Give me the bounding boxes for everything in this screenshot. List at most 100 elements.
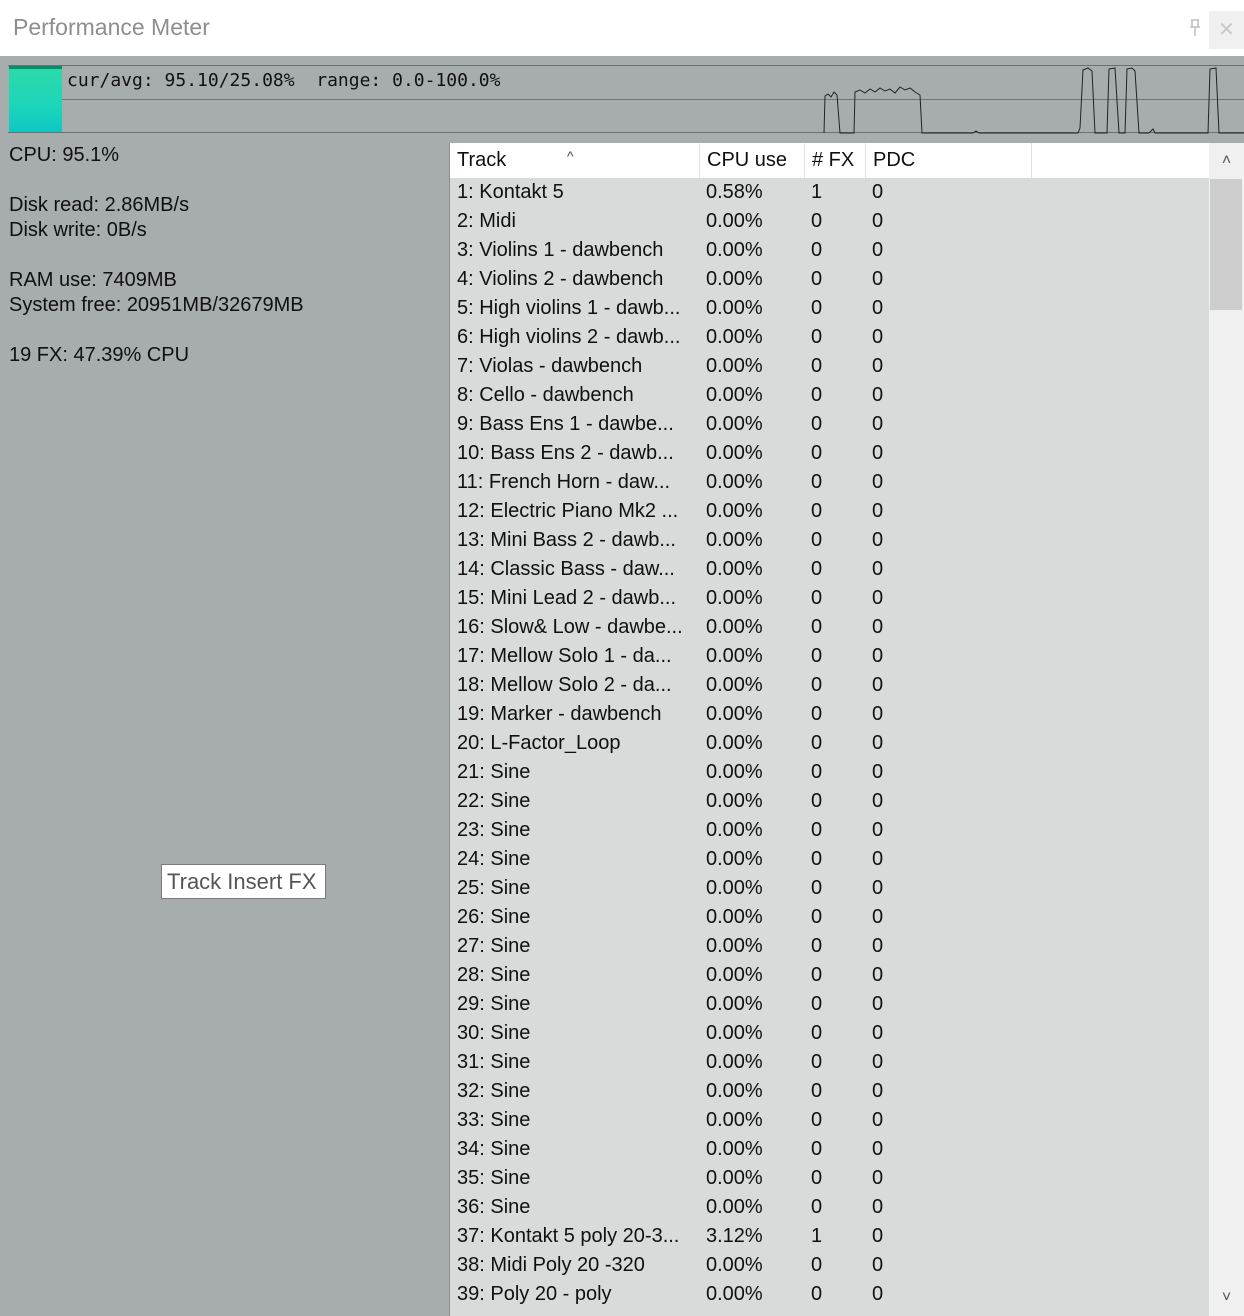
table-row[interactable]: 12: Electric Piano Mk2 ... 0.00% 0 0 — [450, 497, 1210, 526]
table-row[interactable]: 22: Sine 0.00% 0 0 — [450, 787, 1210, 816]
table-row[interactable]: 1: Kontakt 5 0.58% 1 0 — [450, 178, 1210, 207]
table-row[interactable]: 15: Mini Lead 2 - dawb... 0.00% 0 0 — [450, 584, 1210, 613]
pdc-cell: 0 — [872, 935, 884, 957]
cpu-use-cell: 0.00% — [706, 732, 763, 754]
scroll-down-icon[interactable]: ˅ — [1209, 1280, 1244, 1316]
table-row[interactable]: 30: Sine 0.00% 0 0 — [450, 1019, 1210, 1048]
fx-count-cell: 0 — [811, 935, 823, 957]
track-name-cell: 28: Sine — [457, 964, 531, 986]
table-row[interactable]: 3: Violins 1 - dawbench 0.00% 0 0 — [450, 236, 1210, 265]
vertical-scrollbar[interactable]: ˄ ˅ — [1209, 143, 1244, 1316]
table-row[interactable]: 33: Sine 0.00% 0 0 — [450, 1106, 1210, 1135]
track-name-cell: 35: Sine — [457, 1167, 531, 1189]
table-row[interactable]: 6: High violins 2 - dawb... 0.00% 0 0 — [450, 323, 1210, 352]
fx-count-cell: 1 — [811, 181, 823, 203]
scrollbar-thumb[interactable] — [1210, 179, 1242, 310]
fx-count-cell: 0 — [811, 1022, 823, 1044]
pdc-cell: 0 — [872, 471, 884, 493]
fx-count-cell: 0 — [811, 877, 823, 899]
cpu-use-cell: 0.00% — [706, 442, 763, 464]
fx-count-cell: 0 — [811, 906, 823, 928]
track-name-cell: 12: Electric Piano Mk2 ... — [457, 500, 679, 522]
table-row[interactable]: 9: Bass Ens 1 - dawbe... 0.00% 0 0 — [450, 410, 1210, 439]
table-row[interactable]: 16: Slow& Low - dawbe... 0.00% 0 0 — [450, 613, 1210, 642]
table-body: 1: Kontakt 5 0.58% 1 0 2: Midi 0.00% 0 0 3: Viol… — [450, 178, 1210, 1309]
table-row[interactable]: 35: Sine 0.00% 0 0 — [450, 1164, 1210, 1193]
fx-count-cell: 0 — [811, 500, 823, 522]
table-row[interactable]: 37: Kontakt 5 poly 20-3... 3.12% 1 0 — [450, 1222, 1210, 1251]
column-header-track[interactable]: Track ^ — [450, 143, 700, 178]
table-row[interactable]: 31: Sine 0.00% 0 0 — [450, 1048, 1210, 1077]
table-row[interactable]: 5: High violins 1 - dawb... 0.00% 0 0 — [450, 294, 1210, 323]
pdc-cell: 0 — [872, 181, 884, 203]
pdc-cell: 0 — [872, 326, 884, 348]
cpu-use-cell: 0.00% — [706, 268, 763, 290]
track-name-cell: 30: Sine — [457, 1022, 531, 1044]
table-row[interactable]: 14: Classic Bass - daw... 0.00% 0 0 — [450, 555, 1210, 584]
fx-count-cell: 0 — [811, 645, 823, 667]
fx-count-cell: 0 — [811, 819, 823, 841]
cpu-use-cell: 0.00% — [706, 413, 763, 435]
track-name-cell: 15: Mini Lead 2 - dawb... — [457, 587, 677, 609]
fx-count-cell: 0 — [811, 993, 823, 1015]
fx-count-cell: 0 — [811, 761, 823, 783]
cpu-use-cell: 0.00% — [706, 616, 763, 638]
column-header-cpu-use[interactable]: CPU use — [700, 143, 805, 178]
table-row[interactable]: 11: French Horn - daw... 0.00% 0 0 — [450, 468, 1210, 497]
track-name-cell: 26: Sine — [457, 906, 531, 928]
scroll-up-icon[interactable]: ˄ — [1209, 143, 1244, 179]
table-row[interactable]: 24: Sine 0.00% 0 0 — [450, 845, 1210, 874]
cpu-use-cell: 0.00% — [706, 239, 763, 261]
table-row[interactable]: 21: Sine 0.00% 0 0 — [450, 758, 1210, 787]
table-header: Track ^ CPU use # FX PDC — [450, 143, 1210, 178]
table-row[interactable]: 39: Poly 20 - poly 0.00% 0 0 — [450, 1280, 1210, 1309]
table-row[interactable]: 10: Bass Ens 2 - dawb... 0.00% 0 0 — [450, 439, 1210, 468]
table-row[interactable]: 23: Sine 0.00% 0 0 — [450, 816, 1210, 845]
pdc-cell: 0 — [872, 616, 884, 638]
fx-count-cell: 0 — [811, 239, 823, 261]
track-name-cell: 10: Bass Ens 2 - dawb... — [457, 442, 674, 464]
table-row[interactable]: 28: Sine 0.00% 0 0 — [450, 961, 1210, 990]
table-row[interactable]: 4: Violins 2 - dawbench 0.00% 0 0 — [450, 265, 1210, 294]
table-row[interactable]: 34: Sine 0.00% 0 0 — [450, 1135, 1210, 1164]
table-row[interactable]: 38: Midi Poly 20 -320 0.00% 0 0 — [450, 1251, 1210, 1280]
pdc-cell: 0 — [872, 529, 884, 551]
cpu-use-cell: 0.00% — [706, 761, 763, 783]
system-free-stat: System free: 20951MB/32679MB — [9, 294, 304, 316]
cpu-use-cell: 0.00% — [706, 471, 763, 493]
table-row[interactable]: 26: Sine 0.00% 0 0 — [450, 903, 1210, 932]
track-name-cell: 18: Mellow Solo 2 - da... — [457, 674, 672, 696]
table-row[interactable]: 36: Sine 0.00% 0 0 — [450, 1193, 1210, 1222]
column-header-pdc[interactable]: PDC — [866, 143, 1032, 178]
fx-count-cell: 0 — [811, 790, 823, 812]
track-name-cell: 29: Sine — [457, 993, 531, 1015]
fx-count-cell: 0 — [811, 442, 823, 464]
pdc-cell: 0 — [872, 413, 884, 435]
table-row[interactable]: 18: Mellow Solo 2 - da... 0.00% 0 0 — [450, 671, 1210, 700]
table-row[interactable]: 2: Midi 0.00% 0 0 — [450, 207, 1210, 236]
fx-count-cell: 0 — [811, 732, 823, 754]
table-row[interactable]: 32: Sine 0.00% 0 0 — [450, 1077, 1210, 1106]
table-row[interactable]: 25: Sine 0.00% 0 0 — [450, 874, 1210, 903]
table-row[interactable]: 17: Mellow Solo 1 - da... 0.00% 0 0 — [450, 642, 1210, 671]
column-header-fx-count[interactable]: # FX — [805, 143, 866, 178]
table-row[interactable]: 29: Sine 0.00% 0 0 — [450, 990, 1210, 1019]
cpu-use-cell: 0.00% — [706, 877, 763, 899]
fx-count-cell: 0 — [811, 326, 823, 348]
cpu-use-cell: 0.00% — [706, 529, 763, 551]
table-row[interactable]: 7: Violas - dawbench 0.00% 0 0 — [450, 352, 1210, 381]
table-row[interactable]: 27: Sine 0.00% 0 0 — [450, 932, 1210, 961]
pin-icon[interactable] — [1184, 18, 1206, 42]
table-row[interactable]: 13: Mini Bass 2 - dawb... 0.00% 0 0 — [450, 526, 1210, 555]
pdc-cell: 0 — [872, 1254, 884, 1276]
close-icon[interactable]: ✕ — [1209, 11, 1244, 49]
track-name-cell: 32: Sine — [457, 1080, 531, 1102]
fx-count-cell: 0 — [811, 1254, 823, 1276]
table-row[interactable]: 8: Cello - dawbench 0.00% 0 0 — [450, 381, 1210, 410]
track-name-cell: 19: Marker - dawbench — [457, 703, 662, 725]
fx-cpu-stat: 19 FX: 47.39% CPU — [9, 344, 190, 366]
table-row[interactable]: 20: L-Factor_Loop 0.00% 0 0 — [450, 729, 1210, 758]
fx-count-cell: 0 — [811, 1138, 823, 1160]
table-row[interactable]: 19: Marker - dawbench 0.00% 0 0 — [450, 700, 1210, 729]
cpu-use-cell: 0.00% — [706, 1196, 763, 1218]
